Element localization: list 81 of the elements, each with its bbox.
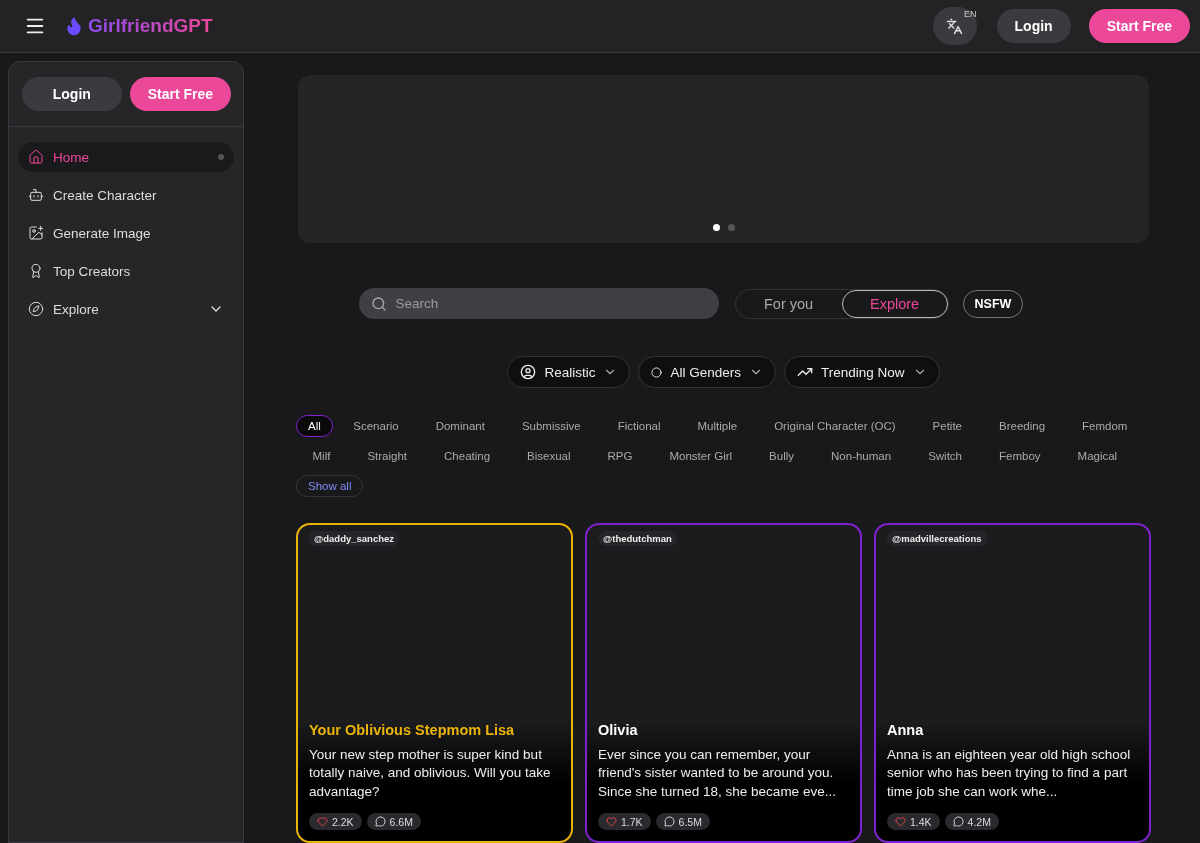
translate-icon [946,17,964,35]
speech-bubble-icon [374,816,386,827]
search-field[interactable]: Search [358,288,719,319]
heart-icon [317,816,328,827]
heart-icon [895,816,906,827]
character-card[interactable]: @daddy_sanchez Your Oblivious Stepmom Lisa Your new step mother is super kind but totally naive, and oblivious. Will you take advantage? 2.2K 6.6M [296,523,573,843]
tag-chip[interactable]: Femdom [1065,415,1144,437]
creator-handle[interactable]: @daddy_sanchez [309,531,399,546]
circle-icon [651,366,663,378]
tag-chip[interactable]: Dominant [419,415,502,437]
tag-chip[interactable]: Femboy [982,445,1058,467]
image-icon [28,225,44,241]
tag-chip[interactable]: Milf [296,445,347,467]
creator-handle[interactable]: @madvillecreations [887,531,987,546]
character-card[interactable]: @madvillecreations Anna Anna is an eighteen year old high school senior who has been trying to find a part time job she can work whe... 1.4K 4.2M [874,523,1151,843]
heart-icon [606,816,617,827]
filter-dropdown[interactable]: Trending Now [784,356,940,388]
award-icon [28,263,44,279]
card-description: Your new step mother is super kind but totally naive, and oblivious. Will you take advantage? [309,745,552,801]
sidebar-item[interactable]: Top Creators [18,256,234,286]
sidebar-item-label: Top Creators [53,263,131,279]
sidebar-item-label: Home [53,149,89,165]
login-button[interactable]: Login [22,77,122,111]
tag-chip[interactable]: Non-human [814,445,908,467]
chats-count: 6.6M [366,813,421,830]
character-card[interactable]: @thedutchman Olivia Ever since you can remember, your friend's sister wanted to be around you. Since she turned 18, she became eve... 1.7K 6.5M [585,523,862,843]
chats-count: 4.2M [944,813,999,830]
tag-chip[interactable]: Petite [916,415,979,437]
sidebar-item-label: Create Character [53,187,157,203]
tag-chip[interactable]: Magical [1061,445,1134,467]
tag-chip[interactable]: Switch [911,445,979,467]
card-title: Anna [887,721,925,738]
language-button[interactable]: EN [932,7,977,45]
tag-chip[interactable]: All [296,415,333,437]
home-icon [28,149,44,165]
sidebar-item[interactable]: Generate Image [18,218,234,248]
tag-chip[interactable]: Multiple [681,415,754,437]
card-description: Anna is an eighteen year old high school senior who has been trying to find a part time job she can work whe... [887,745,1132,801]
language-code: EN [964,9,977,19]
likes-count: 1.7K [598,813,651,830]
speech-bubble-icon [952,816,964,827]
tag-chip[interactable]: Original Character (OC) [757,415,913,437]
creator-handle[interactable]: @thedutchman [598,531,677,546]
filter-dropdown[interactable]: Realistic [507,356,631,388]
sidebar-item[interactable]: Create Character [18,180,234,210]
tab[interactable]: For you [735,289,842,318]
speech-bubble-icon [663,816,675,827]
likes-count: 2.2K [309,813,362,830]
filter-dropdown[interactable]: All Genders [638,356,776,388]
compass-icon [28,301,44,317]
sidebar-item-label: Generate Image [53,225,151,241]
login-button[interactable]: Login [996,9,1071,43]
tag-chip[interactable]: Cheating [427,445,507,467]
tag-chip[interactable]: Straight [350,445,424,467]
card-title: Your Oblivious Stepmom Lisa [309,721,516,738]
robot-icon [28,187,44,203]
card-title: Olivia [598,721,639,738]
user-icon [520,364,537,380]
logo-text: GirlfriendGPT [88,15,213,37]
tag-chip[interactable]: Breeding [982,415,1062,437]
card-description: Ever since you can remember, your friend's sister wanted to be around you. Since she turned 18, she became eve... [598,745,837,801]
tag-chip[interactable]: RPG [591,445,649,467]
tag-chip[interactable]: Monster Girl [652,445,749,467]
tag-chip[interactable]: Bisexual [510,445,588,467]
active-dot [218,154,224,160]
tag-chip[interactable]: Scenario [336,415,416,437]
chats-count: 6.5M [655,813,710,830]
tag-chip[interactable]: Fictional [601,415,678,437]
start-free-button[interactable]: Start Free [129,77,231,111]
carousel-dot[interactable] [712,224,720,231]
start-free-button[interactable]: Start Free [1088,9,1190,43]
sidebar-item-label: Explore [53,301,99,317]
tag-chip[interactable]: Submissive [505,415,598,437]
tag-chip[interactable]: Bully [752,445,811,467]
sidebar-item[interactable]: Home [18,142,234,172]
logo[interactable]: GirlfriendGPT [64,15,213,37]
search-icon [370,296,387,312]
flame-icon [64,16,84,36]
carousel-dot[interactable] [727,224,735,231]
likes-count: 1.4K [887,813,940,830]
sidebar-item[interactable]: Explore [18,294,234,324]
